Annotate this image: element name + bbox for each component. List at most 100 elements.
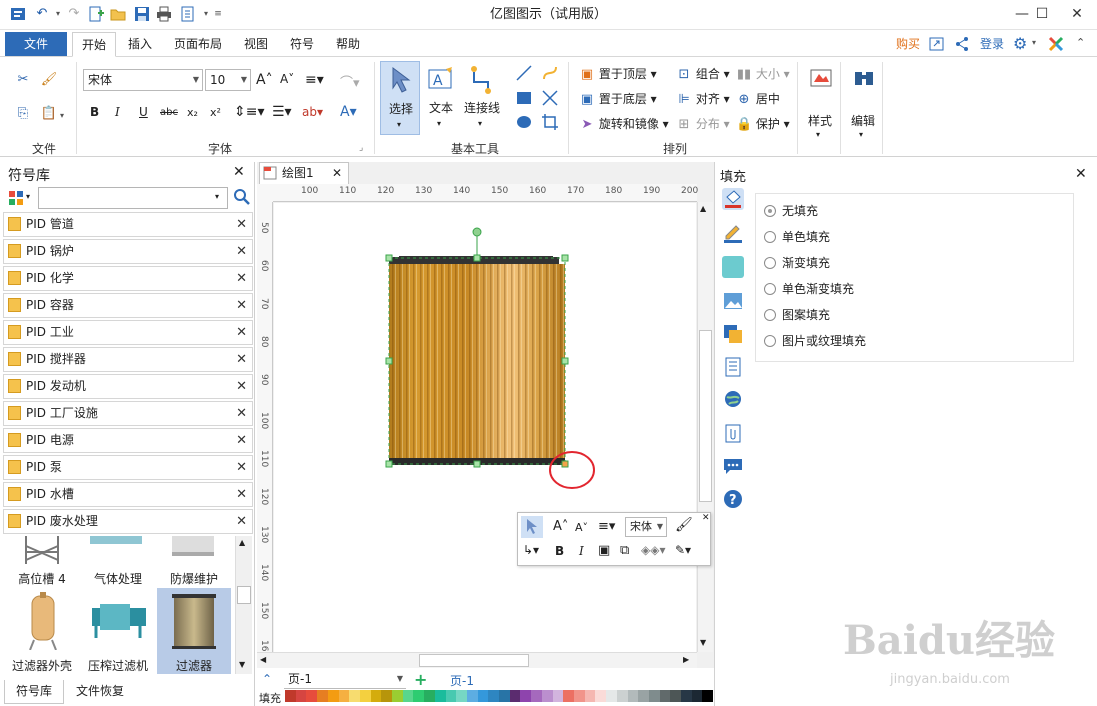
close-category-icon[interactable]: ✕ xyxy=(236,294,247,317)
palette-swatch[interactable] xyxy=(327,690,339,702)
palette-swatch[interactable] xyxy=(595,690,607,702)
fill-option-radio[interactable]: 图案填充 xyxy=(764,305,830,325)
close-document-icon[interactable]: ✕ xyxy=(332,166,342,180)
subscript-icon[interactable]: x₂ xyxy=(187,106,198,119)
close-category-icon[interactable]: ✕ xyxy=(236,510,247,533)
fill-option-radio[interactable]: 图片或纹理填充 xyxy=(764,331,866,351)
text-curve-icon[interactable]: ⌒▾ xyxy=(340,72,360,91)
rectangle-tool-icon[interactable] xyxy=(515,89,533,107)
scroll-thumb[interactable] xyxy=(237,586,251,604)
bullets-icon[interactable]: ☰▾ xyxy=(272,104,292,120)
scroll-up-icon[interactable]: ▲ xyxy=(700,204,706,213)
decrease-font-icon[interactable]: A˅ xyxy=(280,72,294,86)
paste-dropdown-icon[interactable]: ▾ xyxy=(60,111,64,120)
crop-tool-icon[interactable] xyxy=(541,113,559,131)
close-category-icon[interactable]: ✕ xyxy=(236,213,247,236)
paste-icon[interactable]: 📋 xyxy=(40,106,58,122)
horizontal-scroll-thumb[interactable] xyxy=(419,654,529,667)
library-category-item[interactable]: PID 化学 ✕ xyxy=(3,266,253,291)
increase-font-icon[interactable]: A˄ xyxy=(256,72,273,88)
tab-help[interactable]: 帮助 xyxy=(330,32,366,57)
mini-connector-icon[interactable]: ↳▾ xyxy=(523,543,539,557)
fill-option-radio[interactable]: 渐变填充 xyxy=(764,253,830,273)
filter-shape[interactable] xyxy=(385,226,575,471)
scroll-right-icon[interactable]: ▶ xyxy=(683,655,689,664)
settings-dropdown-icon[interactable]: ▾ xyxy=(1032,38,1036,47)
align-button[interactable]: ⊫ 对齐 ▾ xyxy=(676,90,729,108)
palette-swatch[interactable] xyxy=(659,690,671,702)
attachment-icon[interactable] xyxy=(722,422,744,444)
palette-swatch[interactable] xyxy=(359,690,371,702)
font-size-select[interactable]: 10 ▼ xyxy=(205,69,251,91)
edit-button[interactable]: 编辑 ▾ xyxy=(846,64,880,144)
palette-swatch[interactable] xyxy=(681,690,692,702)
explosion-proof-thumbnail[interactable] xyxy=(168,536,218,558)
curve-tool-icon[interactable] xyxy=(541,64,559,82)
close-category-icon[interactable]: ✕ xyxy=(236,456,247,479)
palette-swatch[interactable] xyxy=(563,690,574,702)
image-icon[interactable] xyxy=(722,290,744,312)
copy-icon[interactable]: ⎘ xyxy=(14,106,32,122)
palette-swatch[interactable] xyxy=(606,690,617,702)
add-page-icon[interactable]: + xyxy=(414,670,427,689)
send-to-back-button[interactable]: ▣ 置于底层 ▾ xyxy=(579,90,657,108)
mini-select-icon[interactable] xyxy=(521,516,543,538)
mini-bold-icon[interactable]: B xyxy=(555,544,564,558)
palette-swatch[interactable] xyxy=(573,690,585,702)
palette-swatch[interactable] xyxy=(445,690,457,702)
document-properties-icon[interactable] xyxy=(722,356,744,378)
center-button[interactable]: ⊕ 居中 xyxy=(736,90,780,108)
search-icon[interactable] xyxy=(233,188,251,206)
close-category-icon[interactable]: ✕ xyxy=(236,402,247,425)
protect-button[interactable]: 🔒 保护 ▾ xyxy=(736,115,790,133)
new-icon[interactable] xyxy=(88,6,104,22)
palette-swatch[interactable] xyxy=(402,690,414,702)
tab-view[interactable]: 视图 xyxy=(238,32,274,57)
palette-swatch[interactable] xyxy=(541,690,553,702)
palette-swatch[interactable] xyxy=(702,690,714,702)
close-category-icon[interactable]: ✕ xyxy=(236,240,247,263)
tab-insert[interactable]: 插入 xyxy=(122,32,158,57)
redo-icon[interactable]: ↷ xyxy=(66,6,82,22)
group-button[interactable]: ⊡ 组合 ▾ xyxy=(676,65,730,83)
palette-swatch[interactable] xyxy=(381,690,393,702)
mini-shrink-font-icon[interactable]: A˅ xyxy=(575,521,588,534)
bold-icon[interactable]: B xyxy=(90,105,99,119)
horizontal-scrollbar[interactable]: ◀ ▶ xyxy=(257,652,697,668)
connector-tool-button[interactable]: 连接线 ▾ xyxy=(461,61,503,135)
palette-swatch[interactable] xyxy=(349,690,360,702)
strikethrough-icon[interactable]: abc xyxy=(160,107,178,118)
gas-treatment-thumbnail[interactable] xyxy=(88,536,144,550)
line-tool-icon[interactable] xyxy=(515,64,533,82)
shape-grid-scrollbar[interactable]: ▲ ▼ xyxy=(235,536,252,674)
mini-fill-icon[interactable]: ◈◈▾ xyxy=(641,543,665,557)
close-category-icon[interactable]: ✕ xyxy=(236,267,247,290)
mini-italic-icon[interactable]: I xyxy=(579,544,584,558)
palette-swatch[interactable] xyxy=(691,690,703,702)
tab-symbol-library[interactable]: 符号库 xyxy=(4,680,64,704)
rotate-mirror-button[interactable]: ➤ 旋转和镜像 ▾ xyxy=(579,115,669,133)
export-icon[interactable] xyxy=(180,6,196,22)
font-dialog-launcher-icon[interactable]: ⌟ xyxy=(359,143,363,153)
palette-swatch[interactable] xyxy=(434,690,446,702)
close-library-icon[interactable]: ✕ xyxy=(233,164,245,180)
shadow-icon[interactable] xyxy=(722,256,744,278)
close-fill-panel-icon[interactable]: ✕ xyxy=(1075,166,1087,182)
underline-icon[interactable]: U xyxy=(139,105,148,119)
cut-icon[interactable]: ✂ xyxy=(14,72,32,88)
palette-swatch[interactable] xyxy=(370,690,382,702)
file-menu-button[interactable]: 文件 xyxy=(5,32,67,56)
save-icon[interactable] xyxy=(134,6,150,22)
maximize-button[interactable]: ☐ xyxy=(1022,0,1062,30)
library-search-input[interactable] xyxy=(38,187,228,209)
globe-icon[interactable] xyxy=(722,388,744,410)
expand-pages-icon[interactable]: ⌃ xyxy=(262,672,272,686)
close-category-icon[interactable]: ✕ xyxy=(236,348,247,371)
filter-housing-thumbnail[interactable] xyxy=(28,592,58,650)
open-icon[interactable] xyxy=(110,6,126,22)
text-tool-button[interactable]: A 文本 ▾ xyxy=(424,61,458,135)
undo-icon[interactable]: ↶ xyxy=(34,6,50,22)
palette-swatch[interactable] xyxy=(488,690,500,702)
library-category-item[interactable]: PID 泵 ✕ xyxy=(3,455,253,480)
library-category-item[interactable]: PID 容器 ✕ xyxy=(3,293,253,318)
